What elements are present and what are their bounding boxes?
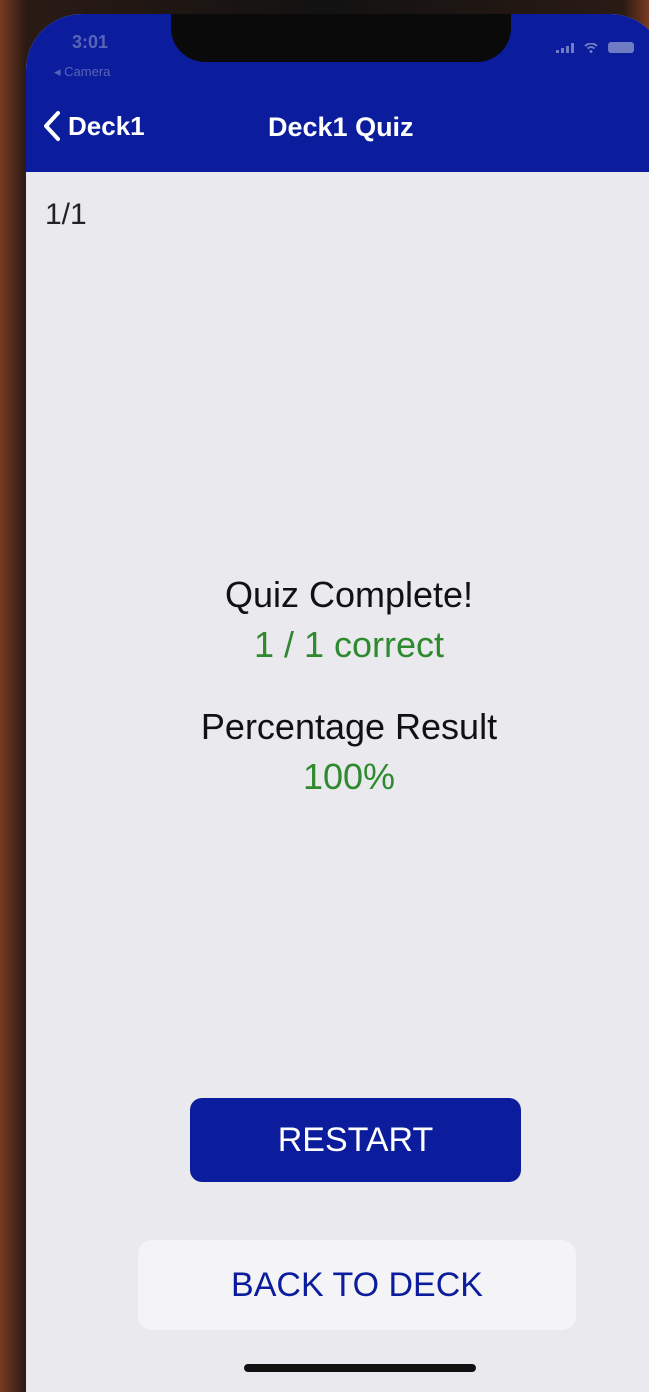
percentage-label: Percentage Result [200, 706, 498, 747]
back-to-deck-button[interactable]: BACK TO DECK [138, 1240, 576, 1330]
signal-icon [556, 42, 574, 53]
restart-button[interactable]: RESTART [190, 1098, 521, 1182]
app-screen: 3:01 ◂ Camera Deck1 Deck1 Quiz 1/1 Quiz … [26, 14, 649, 1392]
wifi-icon [584, 42, 598, 53]
status-icons [556, 42, 634, 53]
percentage-value: 100% [302, 756, 396, 797]
device-notch [171, 14, 511, 62]
navigation-bar: Deck1 Deck1 Quiz [26, 90, 649, 172]
page-title: Deck1 Quiz [268, 112, 414, 142]
back-button[interactable]: Deck1 [42, 110, 145, 142]
home-indicator[interactable] [244, 1364, 476, 1372]
question-counter: 1/1 [45, 198, 87, 231]
chevron-left-icon [44, 111, 60, 141]
phone-frame: 3:01 ◂ Camera Deck1 Deck1 Quiz 1/1 Quiz … [0, 0, 649, 1392]
back-button-label: Deck1 [68, 110, 145, 141]
quiz-complete-text: Quiz Complete! [224, 574, 474, 615]
status-bar: 3:01 ◂ Camera [26, 14, 649, 90]
battery-icon [608, 42, 634, 53]
status-back-app[interactable]: ◂ Camera [54, 64, 110, 80]
score-text: 1 / 1 correct [253, 624, 445, 665]
status-time: 3:01 [72, 32, 109, 52]
